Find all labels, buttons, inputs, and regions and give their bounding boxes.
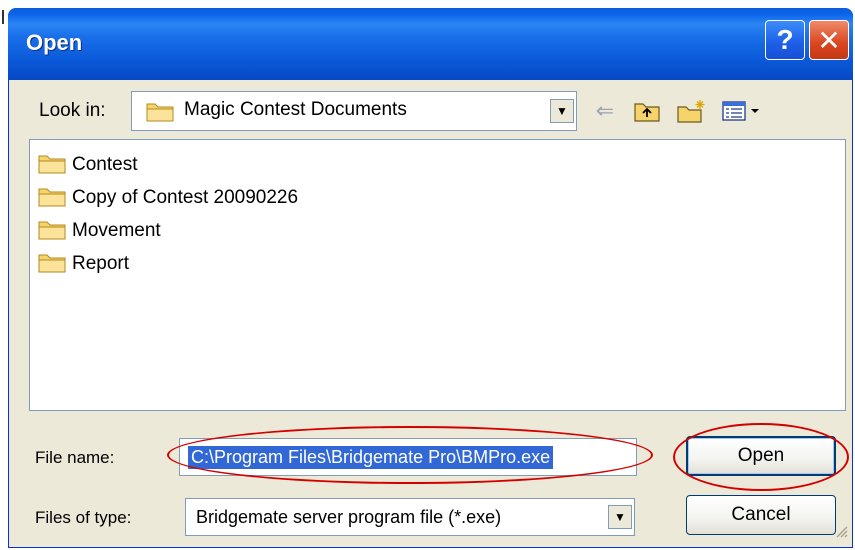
files-of-type-dropdown[interactable]: Bridgemate server program file (*.exe) ▼ xyxy=(185,498,635,536)
file-name: Movement xyxy=(72,220,161,241)
new-folder-icon[interactable] xyxy=(677,98,707,124)
folder-icon xyxy=(38,185,66,212)
file-name-value: C:\Program Files\Bridgemate Pro\BMPro.ex… xyxy=(188,446,554,469)
files-of-type-value: Bridgemate server program file (*.exe) xyxy=(196,507,502,527)
folder-icon xyxy=(146,100,174,127)
folder-icon xyxy=(38,152,66,179)
folder-icon xyxy=(38,251,66,278)
chevron-down-icon[interactable]: ▼ xyxy=(608,505,632,529)
file-name: Contest xyxy=(72,154,138,175)
folder-icon xyxy=(38,218,66,245)
look-in-value: Magic Contest Documents xyxy=(184,99,407,120)
views-menu-icon[interactable] xyxy=(721,98,763,124)
cancel-button[interactable]: Cancel xyxy=(686,495,836,535)
help-button[interactable]: ? xyxy=(765,20,805,60)
open-button[interactable]: Open xyxy=(686,436,836,476)
list-item[interactable]: Copy of Contest 20090226 xyxy=(38,183,298,213)
look-in-dropdown[interactable]: Magic Contest Documents ▼ xyxy=(131,91,577,131)
up-one-level-icon[interactable] xyxy=(633,98,661,124)
file-name-label: File name: xyxy=(35,448,115,467)
file-name: Report xyxy=(72,253,130,274)
list-item[interactable]: Movement xyxy=(38,216,161,246)
file-list[interactable]: Contest Copy of Contest 20090226 Movemen… xyxy=(29,139,846,411)
title-bar[interactable]: Open ? ✕ xyxy=(8,8,853,80)
dialog-title: Open xyxy=(26,30,83,55)
files-of-type-label: Files of type: xyxy=(35,508,132,527)
close-button[interactable]: ✕ xyxy=(809,20,849,60)
look-in-label: Look in: xyxy=(39,100,106,121)
file-name: Copy of Contest 20090226 xyxy=(72,187,299,208)
back-icon[interactable]: ⇐ xyxy=(591,98,619,124)
chevron-down-icon[interactable]: ▼ xyxy=(550,99,574,123)
list-item[interactable]: Contest xyxy=(38,150,137,180)
open-dialog: Open ? ✕ Look in: Magic Contest Document… xyxy=(8,8,853,548)
resize-grip-icon[interactable] xyxy=(834,524,848,543)
file-name-field[interactable]: C:\Program Files\Bridgemate Pro\BMPro.ex… xyxy=(179,438,637,476)
list-item[interactable]: Report xyxy=(38,249,129,279)
stray-mark xyxy=(2,10,4,24)
